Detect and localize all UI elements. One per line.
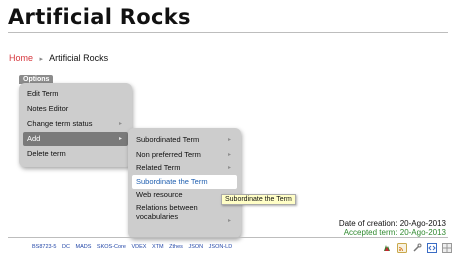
tooltip: Subordinate the Term: [221, 194, 296, 205]
format-link-dc[interactable]: DC: [62, 244, 70, 250]
breadcrumb-home-link[interactable]: Home: [9, 53, 33, 63]
accepted-term-date: Accepted term: 20-Ago-2013: [343, 228, 446, 237]
menu-item-label: Delete term: [27, 148, 66, 158]
title-divider: [8, 32, 448, 33]
menu-item-label: Edit Term: [27, 88, 59, 98]
menu-item-delete-term[interactable]: Delete term: [23, 147, 128, 161]
breadcrumb: Home ▸ Artificial Rocks: [9, 53, 108, 63]
chevron-right-icon: ▸: [227, 218, 231, 224]
chevron-right-icon: ▸: [227, 137, 231, 143]
chevron-right-icon: ▸: [227, 152, 231, 158]
footer-icons: [382, 240, 452, 253]
menu-item-label: Web resource: [136, 189, 183, 199]
chevron-right-icon: ▸: [118, 121, 122, 127]
export-format-links: BS8723-5 DC MADS SKOS-Core VDEX XTM Zthe…: [32, 244, 236, 250]
menu-item-label: Subordinated Term: [136, 134, 200, 144]
format-link-xtm[interactable]: XTM: [152, 244, 164, 250]
page-title: Artificial Rocks: [8, 5, 191, 29]
add-submenu: Subordinated Term ▸ Non preferred Term ▸…: [128, 128, 241, 238]
menu-item-add[interactable]: Add ▸: [23, 132, 128, 146]
breadcrumb-current: Artificial Rocks: [49, 53, 109, 63]
menu-item-label: Relations between vocabularies: [136, 203, 198, 221]
chevron-right-icon: ▸: [118, 136, 122, 142]
menu-item-label: Notes Editor: [27, 103, 69, 113]
format-link-skos-core[interactable]: SKOS-Core: [97, 244, 126, 250]
date-of-creation: Date of creation: 20-Ago-2013: [338, 219, 446, 228]
submenu-item-related-term[interactable]: Related Term ▸: [132, 161, 237, 175]
menu-item-notes-editor[interactable]: Notes Editor: [23, 102, 128, 116]
rss-icon[interactable]: [397, 240, 407, 253]
tree-icon[interactable]: [382, 240, 392, 252]
menu-item-label: Related Term: [136, 162, 181, 172]
chevron-right-icon: ▸: [227, 165, 231, 171]
submenu-item-relations-between-vocabularies[interactable]: Relations between vocabularies ▸: [132, 203, 237, 231]
code-icon[interactable]: [427, 240, 437, 253]
grid-icon[interactable]: [442, 240, 452, 253]
options-menu: Edit Term Notes Editor Change term statu…: [19, 83, 132, 167]
menu-item-label: Non preferred Term: [136, 149, 201, 159]
format-link-mads[interactable]: MADS: [75, 244, 91, 250]
menu-item-label: Change term status: [27, 118, 93, 128]
term-dates: Date of creation: 20-Ago-2013 Accepted t…: [339, 219, 446, 237]
menu-item-edit-term[interactable]: Edit Term: [23, 87, 128, 101]
submenu-item-subordinated-term[interactable]: Subordinated Term ▸: [132, 133, 237, 147]
menu-item-change-term-status[interactable]: Change term status ▸: [23, 117, 128, 131]
format-link-json-ld[interactable]: JSON-LD: [209, 244, 233, 250]
tool-icon[interactable]: [412, 240, 422, 252]
format-link-vdex[interactable]: VDEX: [131, 244, 146, 250]
format-link-zthes[interactable]: Zthes: [169, 244, 183, 250]
format-link-bs8723-5[interactable]: BS8723-5: [32, 244, 56, 250]
menu-item-label: Add: [27, 133, 41, 143]
format-link-json[interactable]: JSON: [188, 244, 203, 250]
breadcrumb-separator-icon: ▸: [39, 56, 44, 63]
submenu-item-subordinate-the-term[interactable]: Subordinate the Term: [132, 175, 237, 189]
menu-item-label: Subordinate the Term: [136, 176, 208, 186]
submenu-item-non-preferred-term[interactable]: Non preferred Term ▸: [132, 148, 237, 162]
footer-divider: [8, 237, 448, 238]
